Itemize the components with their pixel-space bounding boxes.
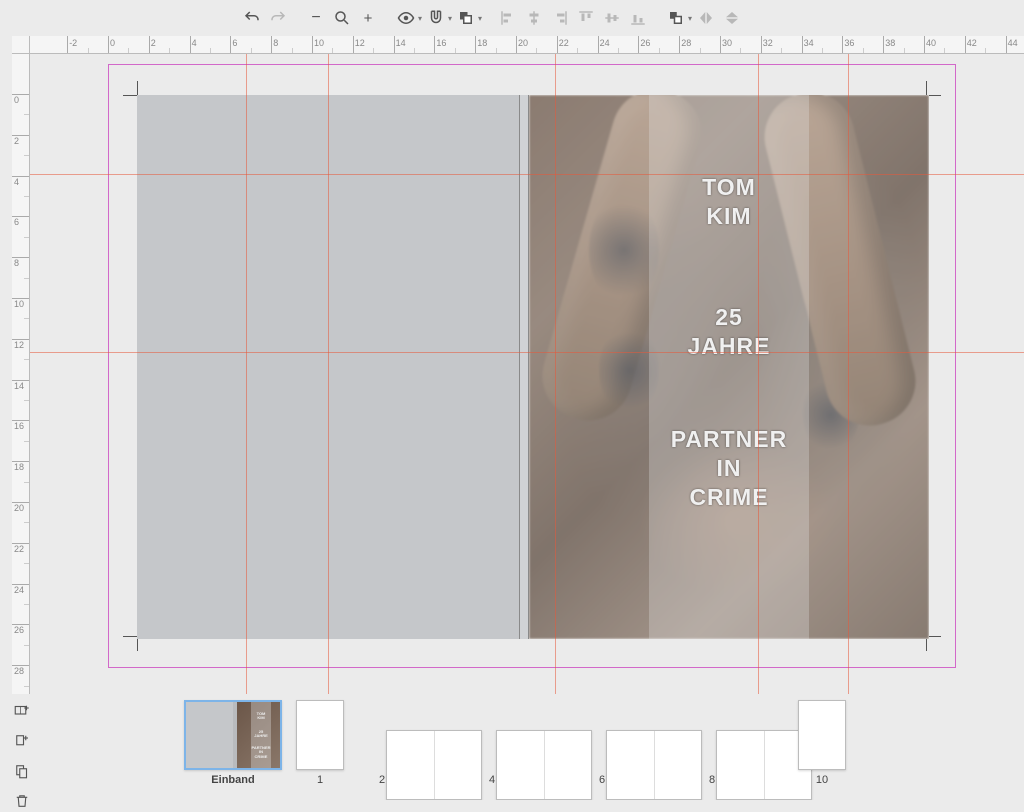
- align-center-h-icon: [525, 9, 543, 27]
- add-spread-icon: [13, 702, 31, 720]
- chevron-down-icon: ▾: [448, 14, 452, 23]
- worksheet-bounds: TOM KIM 25 JAHRE PARTNER IN CRIME: [108, 64, 956, 668]
- page-thumbnail-strip: TOMKIM25JAHREPARTNERINCRIMEEinband123456…: [0, 694, 1024, 800]
- page-strip-tools: [0, 694, 44, 812]
- zoom-out-button[interactable]: −: [304, 6, 328, 30]
- trash-icon: [13, 792, 31, 810]
- front-cover-page[interactable]: TOM KIM 25 JAHRE PARTNER IN CRIME: [529, 95, 929, 639]
- align-right-button[interactable]: [548, 6, 572, 30]
- duplicate-page-button[interactable]: [11, 760, 33, 782]
- redo-button[interactable]: [266, 6, 290, 30]
- frame-menu-button[interactable]: [664, 6, 688, 30]
- flip-v-button[interactable]: [720, 6, 744, 30]
- thumb-spread[interactable]: [386, 730, 482, 800]
- magnifier-icon: [333, 9, 351, 27]
- thumb-page-1[interactable]: [296, 700, 344, 770]
- align-top-icon: [577, 9, 595, 27]
- title-line: TOM: [649, 173, 809, 202]
- add-page-button[interactable]: [11, 730, 33, 752]
- title-block-3[interactable]: PARTNER IN CRIME: [649, 425, 809, 511]
- align-center-h-button[interactable]: [522, 6, 546, 30]
- align-center-v-button[interactable]: [600, 6, 624, 30]
- align-right-icon: [551, 9, 569, 27]
- title-block-1[interactable]: TOM KIM: [649, 173, 809, 231]
- undo-button[interactable]: [240, 6, 264, 30]
- zoom-in-button[interactable]: +: [356, 6, 380, 30]
- align-bottom-button[interactable]: [626, 6, 650, 30]
- align-left-button[interactable]: [496, 6, 520, 30]
- top-toolbar: − + ▾ ▾ ▾ ▾: [0, 0, 1024, 36]
- undo-icon: [243, 9, 261, 27]
- guide-vertical[interactable]: [328, 54, 329, 694]
- guide-horizontal[interactable]: [30, 174, 1024, 175]
- add-spread-button[interactable]: [11, 700, 33, 722]
- guide-vertical[interactable]: [555, 54, 556, 694]
- guide-vertical[interactable]: [758, 54, 759, 694]
- align-center-v-icon: [603, 9, 621, 27]
- title-line: KIM: [649, 202, 809, 231]
- title-line: IN: [649, 454, 809, 483]
- chevron-down-icon: ▾: [688, 14, 692, 23]
- page-thumbnails: TOMKIM25JAHREPARTNERINCRIMEEinband123456…: [44, 694, 1024, 800]
- duplicate-icon: [13, 762, 31, 780]
- zoom-reset-button[interactable]: [330, 6, 354, 30]
- guide-horizontal[interactable]: [30, 352, 1024, 353]
- layers-button[interactable]: [454, 6, 478, 30]
- plus-icon: +: [364, 10, 373, 27]
- ruler-horizontal[interactable]: -202468101214161820222426283032343638404…: [30, 36, 1024, 54]
- thumb-label: 1: [296, 774, 344, 786]
- align-left-icon: [499, 9, 517, 27]
- ruler-origin: [12, 36, 30, 54]
- title-line: 25: [649, 303, 809, 332]
- title-line: PARTNER: [649, 425, 809, 454]
- insert-menu-button[interactable]: [424, 6, 448, 30]
- ruler-vertical[interactable]: 0246810121416182022242628: [12, 54, 30, 694]
- thumb-page-10[interactable]: [798, 700, 846, 770]
- thumb-cover[interactable]: TOMKIM25JAHREPARTNERINCRIME: [184, 700, 282, 770]
- chevron-down-icon: ▾: [418, 14, 422, 23]
- align-bottom-icon: [629, 9, 647, 27]
- title-line: JAHRE: [649, 332, 809, 361]
- thumb-spread[interactable]: [606, 730, 702, 800]
- flip-h-icon: [697, 9, 715, 27]
- flip-h-button[interactable]: [694, 6, 718, 30]
- title-line: CRIME: [649, 483, 809, 512]
- layers-icon: [457, 9, 475, 27]
- minus-icon: −: [311, 9, 320, 27]
- guide-vertical[interactable]: [848, 54, 849, 694]
- eye-icon: [397, 9, 415, 27]
- flip-v-icon: [723, 9, 741, 27]
- frame-icon: [667, 9, 685, 27]
- chevron-down-icon: ▾: [478, 14, 482, 23]
- thumb-cover-label: Einband: [184, 774, 282, 786]
- cover-spread[interactable]: TOM KIM 25 JAHRE PARTNER IN CRIME: [137, 95, 929, 639]
- view-menu-button[interactable]: [394, 6, 418, 30]
- spine[interactable]: [519, 95, 529, 639]
- delete-page-button[interactable]: [11, 790, 33, 812]
- magnet-icon: [427, 9, 445, 27]
- add-page-icon: [13, 732, 31, 750]
- align-top-button[interactable]: [574, 6, 598, 30]
- canvas-area[interactable]: TOM KIM 25 JAHRE PARTNER IN CRIME: [30, 54, 1024, 694]
- redo-icon: [269, 9, 287, 27]
- guide-vertical[interactable]: [246, 54, 247, 694]
- thumb-spread[interactable]: [496, 730, 592, 800]
